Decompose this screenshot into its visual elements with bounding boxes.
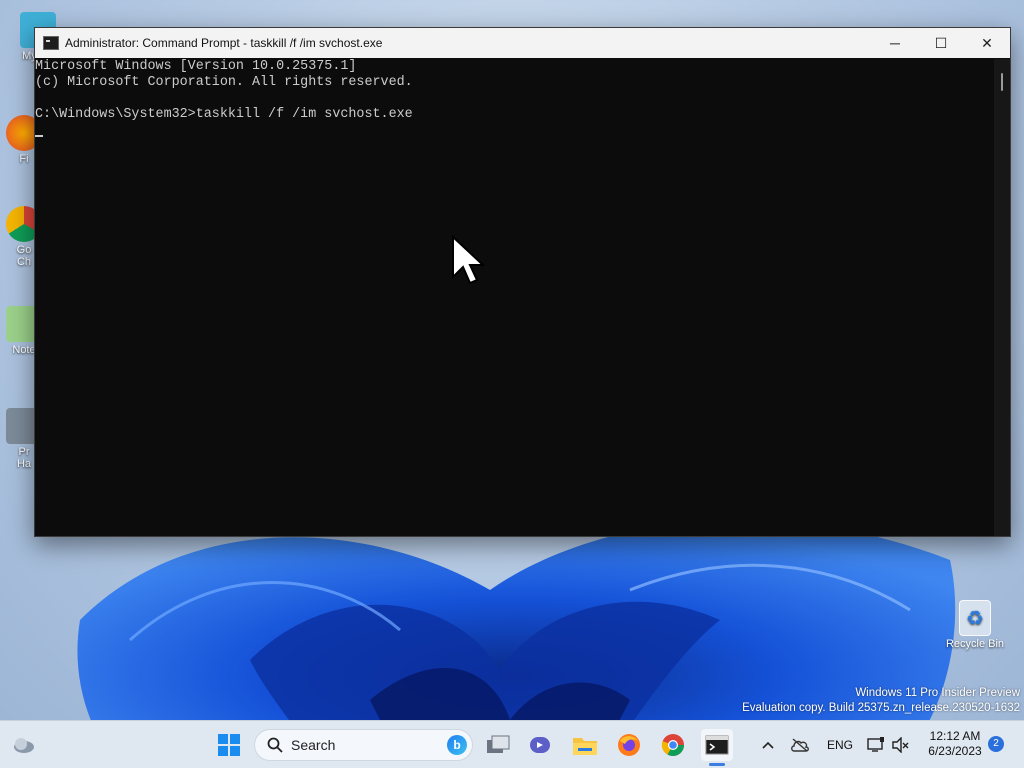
start-button[interactable] (213, 729, 245, 761)
cloud-off-icon (791, 738, 809, 752)
mouse-pointer-icon (452, 235, 485, 285)
firefox-taskbar-button[interactable] (613, 729, 645, 761)
task-view-icon (487, 735, 510, 753)
scrollbar-thumb[interactable] (1001, 73, 1003, 91)
language-indicator[interactable]: ENG (827, 738, 853, 752)
notification-badge[interactable]: 2 (988, 736, 1004, 752)
console-line: (c) Microsoft Corporation. All rights re… (35, 75, 413, 90)
console-caret-line (35, 123, 994, 139)
recycle-bin-icon: ♻ (959, 600, 991, 636)
start-icon (218, 734, 240, 756)
network-icon (867, 737, 884, 752)
firefox-icon (618, 734, 640, 756)
close-button[interactable]: ✕ (964, 28, 1010, 58)
windows-watermark: Windows 11 Pro Insider Preview Evaluatio… (742, 687, 1020, 714)
network-button[interactable] (862, 729, 890, 761)
time-text: 12:12 AM (929, 729, 981, 743)
active-app-indicator (709, 763, 725, 766)
terminal-icon (705, 735, 729, 755)
date-text: 6/23/2023 (928, 744, 982, 758)
chrome-icon (661, 734, 684, 756)
search-label: Search (291, 737, 336, 753)
console-line: Microsoft Windows [Version 10.0.25375.1] (35, 59, 357, 74)
chevron-up-icon (762, 741, 774, 749)
volume-muted-icon (892, 737, 909, 753)
task-view-button[interactable] (482, 729, 514, 761)
desktop-icon-recycle-bin[interactable]: ♻ Recycle Bin (943, 600, 1007, 650)
chrome-taskbar-button[interactable] (657, 729, 689, 761)
minimize-button[interactable]: ─ (872, 28, 918, 58)
console-line: C:\Windows\System32>taskkill /f /im svch… (35, 107, 413, 122)
cmd-icon (43, 36, 59, 50)
window-titlebar[interactable]: Administrator: Command Prompt - taskkill… (35, 28, 1010, 58)
search-box[interactable]: Search b (254, 729, 473, 761)
teams-button[interactable] (525, 729, 557, 761)
weather-widget[interactable] (8, 729, 40, 761)
show-hidden-icons-button[interactable] (753, 729, 783, 761)
console-output[interactable]: Microsoft Windows [Version 10.0.25375.1]… (35, 59, 994, 536)
vertical-scrollbar[interactable] (994, 59, 1010, 536)
file-explorer-icon (573, 738, 597, 755)
teams-icon (530, 737, 550, 753)
bing-icon[interactable]: b (447, 735, 467, 755)
command-prompt-window[interactable]: Administrator: Command Prompt - taskkill… (34, 27, 1011, 537)
onedrive-button[interactable] (785, 729, 815, 761)
clock[interactable]: 12:12 AM 6/23/2023 (918, 729, 992, 759)
weather-icon (14, 738, 34, 753)
file-explorer-button[interactable] (569, 729, 601, 761)
window-title: Administrator: Command Prompt - taskkill… (65, 36, 383, 50)
taskbar: Search b ENG 12:12 AM 6/23/2023 2 (0, 720, 1024, 768)
maximize-button[interactable]: ☐ (918, 28, 964, 58)
terminal-taskbar-button[interactable] (701, 729, 733, 761)
volume-button[interactable] (888, 729, 914, 761)
text-caret (35, 135, 43, 137)
search-icon (267, 737, 283, 753)
